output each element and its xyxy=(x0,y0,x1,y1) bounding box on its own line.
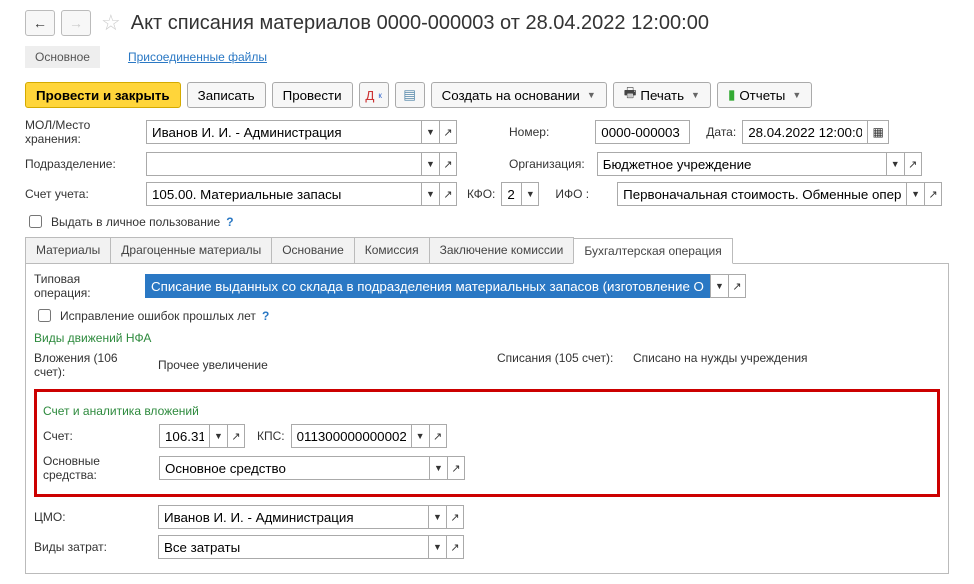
post-and-close-button[interactable]: Провести и закрыть xyxy=(25,82,181,108)
division-dropdown-button[interactable]: ▼ xyxy=(421,152,439,176)
org-label: Организация: xyxy=(509,157,585,171)
help-icon[interactable]: ? xyxy=(226,215,233,229)
ifo-dropdown-button[interactable]: ▼ xyxy=(906,182,924,206)
tab-commission[interactable]: Комиссия xyxy=(354,237,430,263)
calendar-icon[interactable]: ▦ xyxy=(867,120,889,144)
account-label: Счет учета: xyxy=(25,187,140,201)
cmo-input[interactable] xyxy=(158,505,428,529)
ifo-open-button[interactable]: ↗ xyxy=(924,182,942,206)
costs-input[interactable] xyxy=(158,535,428,559)
nav-forward-button[interactable]: → xyxy=(61,10,91,36)
outflow-value: Списано на нужды учреждения xyxy=(633,351,808,365)
navlink-main[interactable]: Основное xyxy=(25,46,100,68)
kfo-label: КФО: xyxy=(467,187,495,201)
personal-use-label: Выдать в личное пользование xyxy=(51,215,220,229)
dt-kt-button[interactable]: Дк xyxy=(359,82,389,108)
acc-label: Счет: xyxy=(43,429,153,443)
inflow-label: Вложения (106 счет): xyxy=(34,351,152,379)
help-icon-2[interactable]: ? xyxy=(262,309,269,323)
fix-prev-years-checkbox[interactable] xyxy=(38,309,51,322)
account-input[interactable] xyxy=(146,182,421,206)
division-input[interactable] xyxy=(146,152,421,176)
mol-open-button[interactable]: ↗ xyxy=(439,120,457,144)
kps-input[interactable] xyxy=(291,424,411,448)
kfo-input[interactable] xyxy=(501,182,521,206)
typical-operation-label: Типовая операция: xyxy=(34,272,139,300)
tab-commission-conclusion[interactable]: Заключение комиссии xyxy=(429,237,575,263)
document-icon: ▤ xyxy=(403,87,416,103)
number-label: Номер: xyxy=(509,125,549,139)
nfa-movements-title: Виды движений НФА xyxy=(34,331,940,345)
tab-accounting-operation[interactable]: Бухгалтерская операция xyxy=(573,238,732,264)
reports-button[interactable]: ▮Отчеты▼ xyxy=(717,82,812,108)
outflow-label: Списания (105 счет): xyxy=(497,351,627,365)
date-input[interactable] xyxy=(742,120,867,144)
navlink-attached-files[interactable]: Присоединенные файлы xyxy=(118,46,277,68)
nav-back-button[interactable]: ← xyxy=(25,10,55,36)
post-button[interactable]: Провести xyxy=(272,82,353,108)
os-input[interactable] xyxy=(159,456,429,480)
kps-dropdown-button[interactable]: ▼ xyxy=(411,424,429,448)
kps-label: КПС: xyxy=(257,429,285,443)
cmo-dropdown-button[interactable]: ▼ xyxy=(428,505,446,529)
account-analytics-title: Счет и аналитика вложений xyxy=(43,404,931,418)
typical-operation-open-button[interactable]: ↗ xyxy=(728,274,746,298)
acc-open-button[interactable]: ↗ xyxy=(227,424,245,448)
date-label: Дата: xyxy=(706,125,736,139)
os-label: Основные средства: xyxy=(43,454,153,482)
fix-prev-years-label: Исправление ошибок прошлых лет xyxy=(60,309,256,323)
tab-materials[interactable]: Материалы xyxy=(25,237,111,263)
print-button[interactable]: 🖶Печать▼ xyxy=(613,82,711,108)
page-title: Акт списания материалов 0000-000003 от 2… xyxy=(131,12,709,35)
division-open-button[interactable]: ↗ xyxy=(439,152,457,176)
acc-dropdown-button[interactable]: ▼ xyxy=(209,424,227,448)
typical-operation-dropdown-button[interactable]: ▼ xyxy=(710,274,728,298)
costs-dropdown-button[interactable]: ▼ xyxy=(428,535,446,559)
printer-icon: 🖶 xyxy=(624,84,637,106)
os-dropdown-button[interactable]: ▼ xyxy=(429,456,447,480)
highlighted-section: Счет и аналитика вложений Счет: ▼ ↗ КПС:… xyxy=(34,389,940,497)
tab-basis[interactable]: Основание xyxy=(271,237,355,263)
create-based-on-button[interactable]: Создать на основании▼ xyxy=(431,82,607,108)
typical-operation-input[interactable] xyxy=(145,274,710,298)
account-open-button[interactable]: ↗ xyxy=(439,182,457,206)
cmo-open-button[interactable]: ↗ xyxy=(446,505,464,529)
mol-input[interactable] xyxy=(146,120,421,144)
os-open-button[interactable]: ↗ xyxy=(447,456,465,480)
org-open-button[interactable]: ↗ xyxy=(904,152,922,176)
costs-open-button[interactable]: ↗ xyxy=(446,535,464,559)
kfo-dropdown-button[interactable]: ▼ xyxy=(521,182,539,206)
number-input[interactable] xyxy=(595,120,690,144)
personal-use-checkbox[interactable] xyxy=(29,215,42,228)
kps-open-button[interactable]: ↗ xyxy=(429,424,447,448)
tab-precious-materials[interactable]: Драгоценные материалы xyxy=(110,237,272,263)
acc-input[interactable] xyxy=(159,424,209,448)
chart-icon: ▮ xyxy=(728,87,735,103)
inflow-value: Прочее увеличение xyxy=(158,358,268,372)
mol-dropdown-button[interactable]: ▼ xyxy=(421,120,439,144)
org-dropdown-button[interactable]: ▼ xyxy=(886,152,904,176)
division-label: Подразделение: xyxy=(25,157,140,171)
ifo-label: ИФО : xyxy=(555,187,589,201)
costs-label: Виды затрат: xyxy=(34,540,152,554)
cmo-label: ЦМО: xyxy=(34,510,152,524)
star-icon[interactable]: ☆ xyxy=(101,10,121,36)
write-button[interactable]: Записать xyxy=(187,82,266,108)
document-icon-button[interactable]: ▤ xyxy=(395,82,425,108)
mol-label: МОЛ/Место хранения: xyxy=(25,118,140,146)
ifo-input[interactable] xyxy=(617,182,906,206)
org-input[interactable] xyxy=(597,152,886,176)
account-dropdown-button[interactable]: ▼ xyxy=(421,182,439,206)
